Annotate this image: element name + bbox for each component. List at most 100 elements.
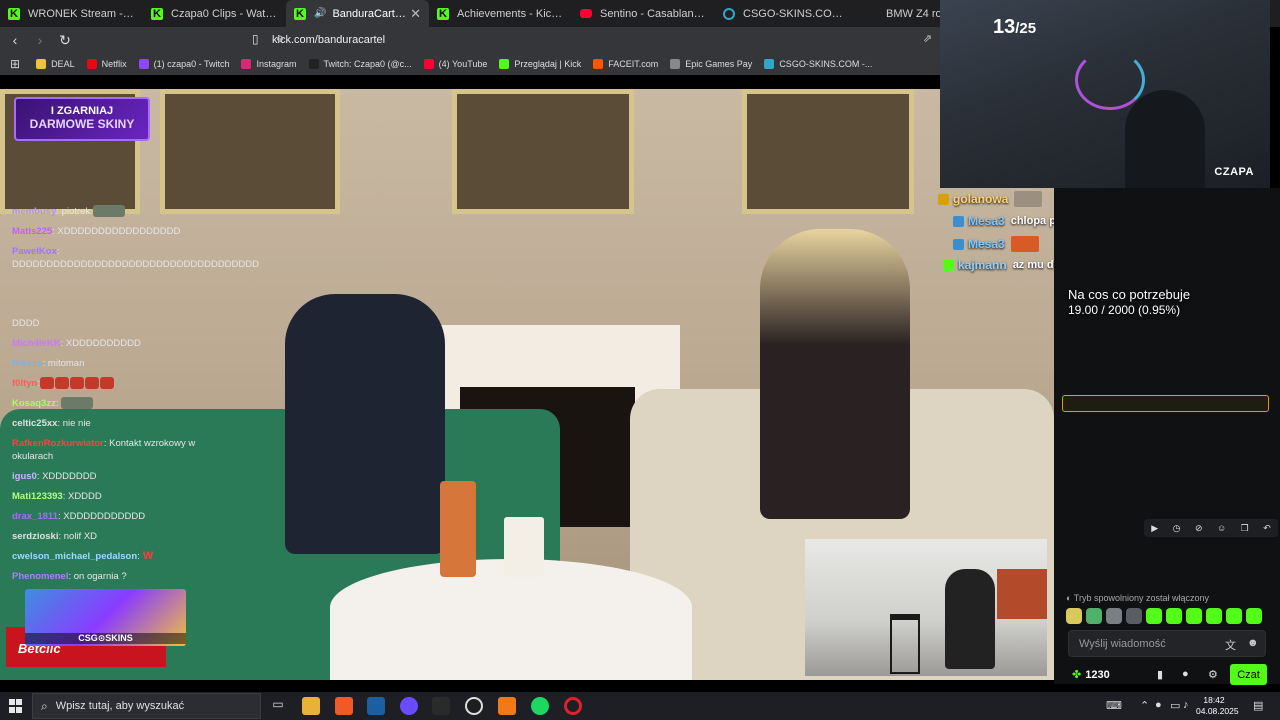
- emote-icon[interactable]: [1066, 608, 1082, 624]
- chat-username[interactable]: Phenomenel: [12, 571, 69, 582]
- trash-icon[interactable]: ▮: [1157, 668, 1163, 681]
- opera-icon[interactable]: [564, 697, 582, 715]
- windows-start-icon[interactable]: [9, 699, 23, 713]
- mic-icon[interactable]: ●: [1155, 699, 1162, 711]
- chat-input-box[interactable]: 文 ☻: [1068, 630, 1266, 657]
- bookmark-netflix[interactable]: Netflix: [86, 59, 127, 69]
- bookmark-twitch[interactable]: (1) czapa0 - Twitch: [138, 59, 229, 69]
- bookmark-deal[interactable]: DEAL: [36, 59, 75, 69]
- chat-message[interactable]: PawelKox:: [12, 245, 220, 258]
- forward-icon[interactable]: ›: [30, 30, 50, 50]
- emote-icon[interactable]: [1206, 608, 1222, 624]
- share-icon[interactable]: ⇗: [923, 32, 932, 45]
- chat-username[interactable]: friksss: [12, 358, 43, 369]
- emote-icon[interactable]: [1226, 608, 1242, 624]
- bookmark-kick[interactable]: Przeglądaj | Kick: [499, 59, 581, 69]
- play-icon[interactable]: ▶: [1151, 523, 1158, 534]
- picture-in-picture-video[interactable]: [805, 539, 1047, 676]
- chat-message[interactable]: celtic25xx: nie nie: [12, 417, 220, 430]
- taskbar-clock[interactable]: 18:42 04.08.2025: [1196, 695, 1239, 717]
- chat-message[interactable]: DDDD: [12, 317, 220, 330]
- emote-icon[interactable]: [1126, 608, 1142, 624]
- chat-message[interactable]: Phenomenel: on ogarnia ?: [12, 570, 220, 583]
- discord-icon[interactable]: [400, 697, 418, 715]
- promo-banner-csgo-skins[interactable]: CSG⊙SKINS: [25, 589, 186, 646]
- address-bar[interactable]: ▯ ⚙ kick.com/banduracartel ⇗: [244, 30, 934, 50]
- chat-username[interactable]: drax_1811: [12, 511, 58, 522]
- chevron-up-icon[interactable]: ⌃: [1140, 699, 1149, 712]
- emote-icon[interactable]: [1166, 608, 1182, 624]
- faceit-app-icon[interactable]: [498, 697, 516, 715]
- chat-message-input[interactable]: [1079, 637, 1219, 651]
- emote-icon[interactable]: [1086, 608, 1102, 624]
- tab-wronek[interactable]: K WRONEK Stream - Watch Live: [0, 0, 143, 27]
- tab-sentino[interactable]: Sentino - Casablanca (prod.: [572, 0, 715, 27]
- chat-username[interactable]: Mich4leKK: [12, 338, 61, 349]
- speaker-icon[interactable]: 🔊: [314, 8, 326, 19]
- steam-icon[interactable]: [367, 697, 385, 715]
- chat-message[interactable]: Kosaq3zz:: [12, 397, 220, 410]
- brave-browser-icon[interactable]: [335, 697, 353, 715]
- bookmark-faceit[interactable]: FACEIT.com: [593, 59, 658, 69]
- hide-icon[interactable]: ⊘: [1195, 523, 1203, 534]
- chat-message[interactable]: Matis225: XDDDDDDDDDDDDDDDDD: [12, 225, 220, 238]
- channel-points[interactable]: ✤ 1230: [1072, 668, 1110, 681]
- chat-message[interactable]: DDDDDDDDDDDDDDDDDDDDDDDDDDDDDDDDDDDD: [12, 258, 259, 271]
- chat-username[interactable]: RafkenRozkurwiator: [12, 438, 104, 449]
- send-chat-button[interactable]: Czat: [1230, 664, 1267, 685]
- chat-message[interactable]: f0ltyn:: [12, 377, 220, 390]
- emote-icon[interactable]: [1106, 608, 1122, 624]
- bookmark-icon[interactable]: ▯: [252, 32, 259, 46]
- chat-username[interactable]: igus0: [12, 471, 37, 482]
- bookmark-tiktok[interactable]: Twitch: Czapa0 (@c...: [308, 59, 412, 69]
- emote-icon[interactable]: [1186, 608, 1202, 624]
- chat-message[interactable]: Mati123393: XDDDD: [12, 490, 220, 503]
- chat-username[interactable]: Kosaq3zz: [12, 398, 56, 409]
- chat-username[interactable]: membusy: [12, 206, 56, 217]
- chat-bubble-icon[interactable]: ●: [1182, 668, 1189, 680]
- emote-icon[interactable]: ☺: [1217, 523, 1226, 533]
- chat-message[interactable]: friksss: mitoman: [12, 357, 220, 370]
- tab-banduracartel[interactable]: K 🔊 BanduraCartel Stream ✕: [286, 0, 429, 27]
- chat-username[interactable]: PawelKox: [12, 246, 57, 257]
- chat-username[interactable]: Matis225: [12, 226, 52, 237]
- close-tab-icon[interactable]: ✕: [410, 6, 421, 22]
- chat-username[interactable]: serdzioski: [12, 531, 58, 542]
- file-explorer-icon[interactable]: [302, 697, 320, 715]
- reload-icon[interactable]: ↻: [55, 30, 75, 50]
- emote-icon[interactable]: [1246, 608, 1262, 624]
- chat-message[interactable]: igus0: XDDDDDDD: [12, 470, 220, 483]
- obs-icon[interactable]: [465, 697, 483, 715]
- translate-icon[interactable]: 文: [1225, 637, 1236, 653]
- emote-icon[interactable]: [1146, 608, 1162, 624]
- bookmark-csgo-skins[interactable]: CSGO-SKINS.COM -...: [764, 59, 872, 69]
- clock-icon[interactable]: ◷: [1173, 523, 1181, 534]
- chat-message[interactable]: Mich4leKK: XDDDDDDDDDD: [12, 337, 220, 350]
- undo-icon[interactable]: ↶: [1263, 523, 1271, 534]
- chat-username[interactable]: Mati123393: [12, 491, 63, 502]
- chat-message[interactable]: RafkenRozkurwiator: Kontakt wzrokowy w o…: [12, 437, 220, 463]
- speaker-tray-icon[interactable]: ♪: [1183, 699, 1189, 711]
- bookmark-epic[interactable]: Epic Games Pay: [670, 59, 752, 69]
- chat-username[interactable]: celtic25xx: [12, 418, 57, 429]
- tab-csgo-skins[interactable]: CSGO-SKINS.COM - Najlepsze: [715, 0, 858, 27]
- gear-icon[interactable]: ⚙: [1208, 668, 1218, 681]
- promo-banner-skins[interactable]: I ZGARNIAJ DARMOWE SKINY: [14, 97, 150, 141]
- taskbar-search-input[interactable]: [55, 700, 246, 712]
- chat-username[interactable]: f0ltyn: [12, 378, 37, 389]
- notifications-icon[interactable]: ▤: [1253, 699, 1263, 712]
- epic-games-icon[interactable]: [432, 697, 450, 715]
- chat-message[interactable]: membusy: piotrek: [12, 205, 220, 218]
- keyboard-icon[interactable]: ⌨: [1106, 699, 1122, 712]
- bookmark-youtube[interactable]: (4) YouTube: [423, 59, 487, 69]
- chat-message[interactable]: drax_1811: XDDDDDDDDDDD: [12, 510, 220, 523]
- site-info-icon[interactable]: ⚙: [276, 34, 284, 45]
- emoji-icon[interactable]: ☻: [1247, 637, 1259, 649]
- network-icon[interactable]: ▭: [1170, 699, 1180, 712]
- bookmark-instagram[interactable]: Instagram: [241, 59, 297, 69]
- copy-icon[interactable]: ❐: [1241, 523, 1249, 534]
- url-text[interactable]: kick.com/banduracartel: [272, 34, 385, 46]
- chat-message[interactable]: cwelson_michael_pedalson: W: [12, 550, 220, 563]
- tab-czapa0-clips[interactable]: K Czapa0 Clips - Watch Live on K: [143, 0, 286, 27]
- spotify-icon[interactable]: [531, 697, 549, 715]
